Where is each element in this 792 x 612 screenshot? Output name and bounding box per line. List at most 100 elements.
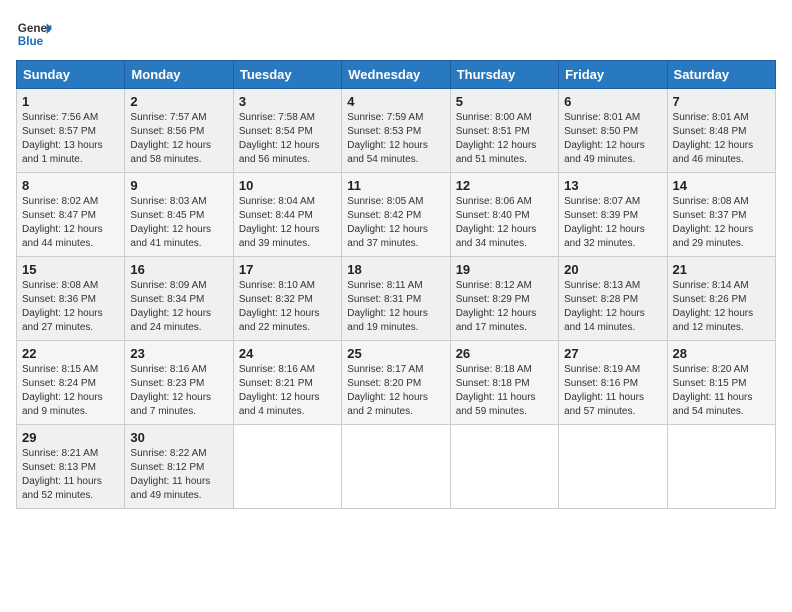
calendar-cell: 5Sunrise: 8:00 AM Sunset: 8:51 PM Daylig… [450,89,558,173]
calendar-row-0: 1 Sunrise: 7:56 AM Sunset: 8:57 PM Daylig… [17,89,776,173]
calendar-cell: 6 Sunrise: 8:01 AM Sunset: 8:50 PM Daylig… [559,89,667,173]
header-row: SundayMondayTuesdayWednesdayThursdayFrid… [17,61,776,89]
page-header: General Blue [16,16,776,52]
day-number: 30 [130,430,227,445]
calendar-cell: 13Sunrise: 8:07 AM Sunset: 8:39 PM Dayli… [559,173,667,257]
day-number: 2 [130,94,227,109]
day-info: Sunrise: 7:56 AM Sunset: 8:57 PM Dayligh… [22,111,119,167]
header-day-thursday: Thursday [450,61,558,89]
day-info: Sunrise: 8:11 AM Sunset: 8:31 PM Dayligh… [347,279,444,335]
day-info: Sunrise: 8:14 AM Sunset: 8:26 PM Dayligh… [673,279,770,335]
header-day-tuesday: Tuesday [233,61,341,89]
calendar-cell: 25Sunrise: 8:17 AM Sunset: 8:20 PM Dayli… [342,341,450,425]
calendar-cell: 10Sunrise: 8:04 AM Sunset: 8:44 PM Dayli… [233,173,341,257]
day-number: 13 [564,178,661,193]
calendar-row-3: 22 Sunrise: 8:15 AM Sunset: 8:24 PM Dayli… [17,341,776,425]
header-day-monday: Monday [125,61,233,89]
day-number: 21 [673,262,770,277]
calendar-cell: 23 Sunrise: 8:16 AM Sunset: 8:23 PM Dayli… [125,341,233,425]
calendar-cell: 14Sunrise: 8:08 AM Sunset: 8:37 PM Dayli… [667,173,775,257]
day-number: 12 [456,178,553,193]
day-number: 27 [564,346,661,361]
day-info: Sunrise: 8:19 AM Sunset: 8:16 PM Dayligh… [564,363,661,419]
day-info: Sunrise: 8:10 AM Sunset: 8:32 PM Dayligh… [239,279,336,335]
day-number: 17 [239,262,336,277]
calendar-cell [559,425,667,509]
calendar-cell [233,425,341,509]
day-number: 22 [22,346,119,361]
calendar-cell: 20Sunrise: 8:13 AM Sunset: 8:28 PM Dayli… [559,257,667,341]
header-day-saturday: Saturday [667,61,775,89]
day-info: Sunrise: 8:21 AM Sunset: 8:13 PM Dayligh… [22,447,119,503]
day-number: 16 [130,262,227,277]
calendar-cell [667,425,775,509]
calendar-cell: 9 Sunrise: 8:03 AM Sunset: 8:45 PM Daylig… [125,173,233,257]
day-number: 18 [347,262,444,277]
day-number: 26 [456,346,553,361]
day-info: Sunrise: 8:15 AM Sunset: 8:24 PM Dayligh… [22,363,119,419]
calendar-cell: 21 Sunrise: 8:14 AM Sunset: 8:26 PM Dayli… [667,257,775,341]
day-info: Sunrise: 8:22 AM Sunset: 8:12 PM Dayligh… [130,447,227,503]
calendar-cell: 7 Sunrise: 8:01 AM Sunset: 8:48 PM Daylig… [667,89,775,173]
day-number: 28 [673,346,770,361]
calendar-header: SundayMondayTuesdayWednesdayThursdayFrid… [17,61,776,89]
header-day-friday: Friday [559,61,667,89]
day-number: 24 [239,346,336,361]
calendar-cell: 29 Sunrise: 8:21 AM Sunset: 8:13 PM Dayli… [17,425,125,509]
day-number: 29 [22,430,119,445]
calendar-cell [342,425,450,509]
calendar-cell: 2 Sunrise: 7:57 AM Sunset: 8:56 PM Daylig… [125,89,233,173]
day-number: 11 [347,178,444,193]
day-number: 7 [673,94,770,109]
calendar-cell: 19Sunrise: 8:12 AM Sunset: 8:29 PM Dayli… [450,257,558,341]
calendar-cell: 18 Sunrise: 8:11 AM Sunset: 8:31 PM Dayli… [342,257,450,341]
day-number: 23 [130,346,227,361]
day-info: Sunrise: 8:09 AM Sunset: 8:34 PM Dayligh… [130,279,227,335]
day-info: Sunrise: 8:20 AM Sunset: 8:15 PM Dayligh… [673,363,770,419]
header-day-wednesday: Wednesday [342,61,450,89]
header-day-sunday: Sunday [17,61,125,89]
calendar-cell [450,425,558,509]
day-number: 9 [130,178,227,193]
calendar-cell: 28 Sunrise: 8:20 AM Sunset: 8:15 PM Dayli… [667,341,775,425]
day-info: Sunrise: 7:57 AM Sunset: 8:56 PM Dayligh… [130,111,227,167]
day-info: Sunrise: 8:01 AM Sunset: 8:48 PM Dayligh… [673,111,770,167]
day-number: 1 [22,94,119,109]
day-number: 4 [347,94,444,109]
day-info: Sunrise: 8:06 AM Sunset: 8:40 PM Dayligh… [456,195,553,251]
calendar-cell: 17 Sunrise: 8:10 AM Sunset: 8:32 PM Dayli… [233,257,341,341]
calendar-row-1: 8Sunrise: 8:02 AM Sunset: 8:47 PM Daylig… [17,173,776,257]
calendar-cell: 11 Sunrise: 8:05 AM Sunset: 8:42 PM Dayli… [342,173,450,257]
day-info: Sunrise: 7:58 AM Sunset: 8:54 PM Dayligh… [239,111,336,167]
calendar-cell: 22 Sunrise: 8:15 AM Sunset: 8:24 PM Dayli… [17,341,125,425]
calendar-cell: 26 Sunrise: 8:18 AM Sunset: 8:18 PM Dayli… [450,341,558,425]
day-info: Sunrise: 8:03 AM Sunset: 8:45 PM Dayligh… [130,195,227,251]
day-number: 5 [456,94,553,109]
day-number: 3 [239,94,336,109]
calendar-cell: 1 Sunrise: 7:56 AM Sunset: 8:57 PM Daylig… [17,89,125,173]
svg-text:Blue: Blue [18,35,44,48]
day-info: Sunrise: 8:16 AM Sunset: 8:23 PM Dayligh… [130,363,227,419]
calendar-cell: 8Sunrise: 8:02 AM Sunset: 8:47 PM Daylig… [17,173,125,257]
calendar-cell: 3 Sunrise: 7:58 AM Sunset: 8:54 PM Daylig… [233,89,341,173]
calendar-cell: 4 Sunrise: 7:59 AM Sunset: 8:53 PM Daylig… [342,89,450,173]
day-info: Sunrise: 7:59 AM Sunset: 8:53 PM Dayligh… [347,111,444,167]
day-info: Sunrise: 8:17 AM Sunset: 8:20 PM Dayligh… [347,363,444,419]
calendar-row-4: 29 Sunrise: 8:21 AM Sunset: 8:13 PM Dayli… [17,425,776,509]
day-info: Sunrise: 8:08 AM Sunset: 8:37 PM Dayligh… [673,195,770,251]
logo-icon: General Blue [16,16,52,52]
day-info: Sunrise: 8:04 AM Sunset: 8:44 PM Dayligh… [239,195,336,251]
day-info: Sunrise: 8:05 AM Sunset: 8:42 PM Dayligh… [347,195,444,251]
calendar-cell: 30 Sunrise: 8:22 AM Sunset: 8:12 PM Dayli… [125,425,233,509]
day-info: Sunrise: 8:08 AM Sunset: 8:36 PM Dayligh… [22,279,119,335]
calendar-cell: 12 Sunrise: 8:06 AM Sunset: 8:40 PM Dayli… [450,173,558,257]
calendar-cell: 27 Sunrise: 8:19 AM Sunset: 8:16 PM Dayli… [559,341,667,425]
day-number: 19 [456,262,553,277]
day-info: Sunrise: 8:01 AM Sunset: 8:50 PM Dayligh… [564,111,661,167]
day-number: 6 [564,94,661,109]
day-info: Sunrise: 8:16 AM Sunset: 8:21 PM Dayligh… [239,363,336,419]
day-info: Sunrise: 8:13 AM Sunset: 8:28 PM Dayligh… [564,279,661,335]
day-info: Sunrise: 8:18 AM Sunset: 8:18 PM Dayligh… [456,363,553,419]
calendar-cell: 15 Sunrise: 8:08 AM Sunset: 8:36 PM Dayli… [17,257,125,341]
day-number: 15 [22,262,119,277]
